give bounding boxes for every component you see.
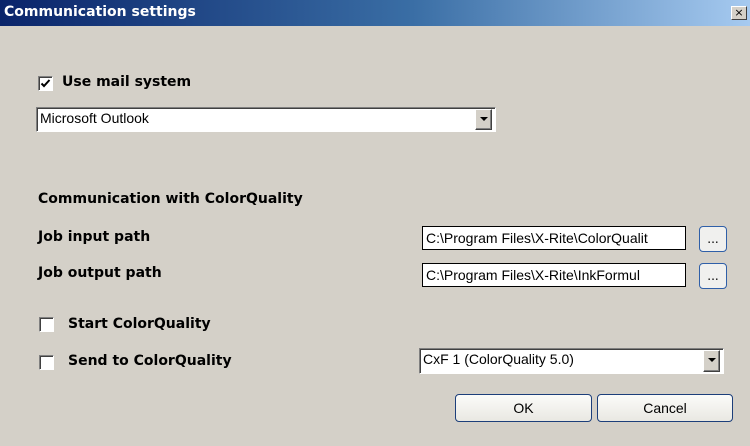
format-dropdown-button[interactable]	[703, 350, 720, 372]
job-output-field[interactable]: C:\Program Files\X-Rite\InkFormul	[422, 263, 686, 287]
ok-button[interactable]: OK	[455, 394, 592, 422]
mail-client-dropdown-button[interactable]	[475, 109, 492, 130]
checkmark-icon	[40, 79, 51, 88]
section-heading: Communication with ColorQuality	[38, 191, 303, 207]
format-value: CxF 1 (ColorQuality 5.0)	[423, 351, 574, 367]
send-colorquality-label: Send to ColorQuality	[68, 353, 232, 369]
chevron-down-icon	[480, 117, 488, 121]
use-mail-label: Use mail system	[62, 74, 192, 90]
job-input-field[interactable]: C:\Program Files\X-Rite\ColorQualit	[422, 226, 686, 250]
job-output-value: C:\Program Files\X-Rite\InkFormul	[426, 267, 640, 283]
window-title: Communication settings	[4, 4, 196, 20]
job-input-label: Job input path	[38, 229, 151, 245]
use-mail-checkbox[interactable]	[38, 76, 53, 91]
mail-client-select[interactable]: Microsoft Outlook	[36, 107, 496, 132]
close-button[interactable]: ×	[731, 6, 747, 20]
cancel-button[interactable]: Cancel	[597, 394, 733, 422]
job-input-browse-button[interactable]: ...	[699, 226, 727, 252]
title-bar: Communication settings ×	[0, 0, 750, 26]
job-input-value: C:\Program Files\X-Rite\ColorQualit	[426, 230, 648, 246]
mail-client-value: Microsoft Outlook	[40, 110, 149, 126]
job-output-label: Job output path	[38, 265, 162, 281]
send-colorquality-checkbox[interactable]	[39, 355, 54, 370]
job-output-browse-button[interactable]: ...	[699, 263, 727, 289]
close-icon: ×	[734, 6, 744, 19]
start-colorquality-checkbox[interactable]	[39, 317, 54, 332]
chevron-down-icon	[708, 358, 716, 362]
format-select[interactable]: CxF 1 (ColorQuality 5.0)	[419, 348, 724, 374]
start-colorquality-label: Start ColorQuality	[68, 316, 211, 332]
